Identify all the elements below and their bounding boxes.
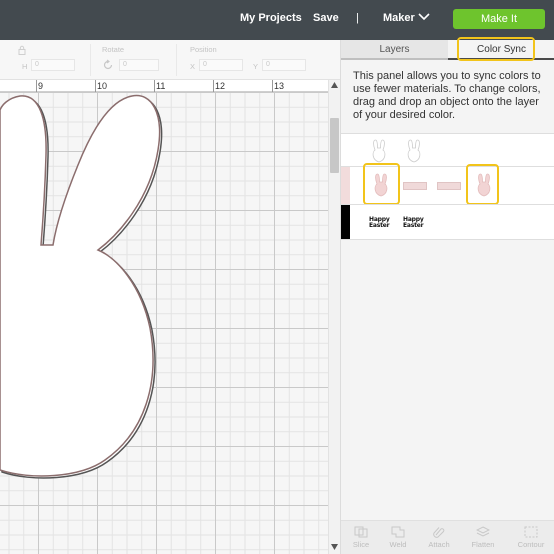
save-button[interactable]: Save <box>313 12 339 24</box>
bottom-toolbar: Slice Weld Attach Flatten Contour <box>341 520 554 554</box>
attach-label: Attach <box>428 540 450 549</box>
lock-icon[interactable] <box>17 45 27 55</box>
header-separator: | <box>356 12 359 24</box>
scroll-up-icon[interactable] <box>331 82 338 88</box>
color-layer-row-black[interactable]: Happy Easter Happy Easter <box>341 204 554 240</box>
top-header: My Projects Save | Maker Make It <box>0 0 554 40</box>
design-canvas[interactable]: 9 10 11 12 13 14 <box>0 80 328 554</box>
toolbar-divider <box>176 44 177 76</box>
pos-y-label: Y <box>253 62 259 71</box>
rotate-label: Rotate <box>102 45 125 54</box>
easter-text-thumbnail[interactable]: Happy Easter <box>403 217 427 229</box>
toolbar-divider <box>90 44 91 76</box>
bunny-thumbnail-icon[interactable] <box>406 139 422 163</box>
right-panel: Layers Color Sync This panel allows you … <box>340 37 554 554</box>
flatten-label: Flatten <box>471 540 495 549</box>
scrollbar-thumb[interactable] <box>330 118 339 173</box>
rotate-icon <box>103 59 113 70</box>
scroll-down-icon[interactable] <box>331 544 338 550</box>
vertical-scrollbar[interactable] <box>328 80 340 554</box>
color-sync-highlight <box>457 37 535 61</box>
layer-color-swatch <box>341 167 350 204</box>
slice-icon <box>354 526 368 538</box>
bunny-design[interactable] <box>0 80 328 554</box>
my-projects-link[interactable]: My Projects <box>240 12 302 24</box>
contour-tool[interactable]: Contour <box>511 526 551 549</box>
layer-color-swatch <box>341 134 350 166</box>
edit-toolbar: H 0 Rotate 0 Position X 0 Y 0 <box>0 40 340 80</box>
easter-text-thumbnail[interactable]: Happy Easter <box>369 217 393 229</box>
pos-x-label: X <box>190 62 196 71</box>
flatten-icon <box>476 526 490 537</box>
machine-selector[interactable]: Maker <box>383 12 415 24</box>
contour-icon <box>524 526 538 538</box>
tab-layers[interactable]: Layers <box>341 40 448 60</box>
layer-color-swatch <box>341 205 350 239</box>
drop-slot <box>403 182 427 190</box>
color-layer-row-white[interactable] <box>341 133 554 166</box>
chevron-down-icon[interactable] <box>418 13 430 21</box>
make-it-button[interactable]: Make It <box>453 9 545 29</box>
size-h-field[interactable]: 0 <box>31 59 75 71</box>
contour-label: Contour <box>517 540 545 549</box>
position-label: Position <box>190 45 217 54</box>
pos-y-field[interactable]: 0 <box>262 59 306 71</box>
bunny-thumbnail-icon[interactable] <box>371 139 387 163</box>
weld-label: Weld <box>389 540 407 549</box>
paperclip-icon <box>433 527 445 538</box>
bunny-highlight-left <box>363 163 400 205</box>
slice-tool[interactable]: Slice <box>341 526 381 549</box>
weld-icon <box>391 526 405 538</box>
bunny-highlight-right <box>466 164 499 205</box>
weld-tool[interactable]: Weld <box>378 526 418 549</box>
color-sync-description: This panel allows you to sync colors to … <box>353 70 541 121</box>
flatten-tool[interactable]: Flatten <box>463 526 503 549</box>
attach-tool[interactable]: Attach <box>419 526 459 549</box>
drop-slot <box>437 182 461 190</box>
pos-x-field[interactable]: 0 <box>199 59 243 71</box>
rotate-field[interactable]: 0 <box>119 59 159 71</box>
size-h-label: H <box>22 62 28 71</box>
slice-label: Slice <box>352 540 370 549</box>
